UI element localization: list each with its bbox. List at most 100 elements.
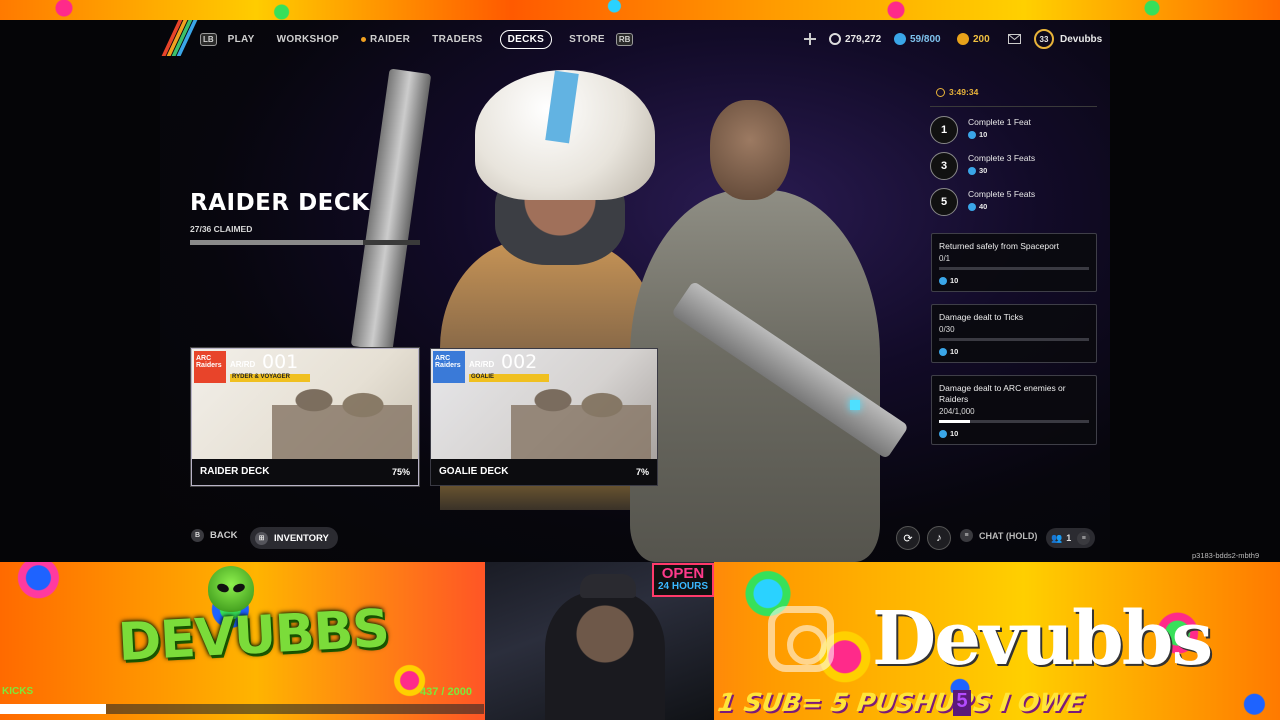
task-title: Damage dealt to Ticks [939,312,1024,322]
divider [930,106,1097,107]
tab-store[interactable]: STORE [569,34,605,45]
tab-raider-label: RAIDER [370,33,411,45]
game-screen: LB PLAY WORKSHOP RAIDER TRADERS DECKS ST… [0,20,1280,562]
clock-icon [936,87,945,97]
brand-name: Devubbs [872,596,1213,682]
kicks-goal-fill [0,704,106,714]
task-progress-fill [939,420,970,424]
card-subtitle: GOALIE [469,374,549,382]
player-profile[interactable]: 33 Devubbs [1034,29,1102,49]
overlay-top-banner [0,0,1280,20]
back-button[interactable]: B BACK [191,529,237,542]
devubbs-logo: DEVUBBS [117,566,390,696]
kicks-goal-bar [0,704,484,714]
task-card[interactable]: Returned safely from Spaceport 0/1 10 [931,233,1097,293]
coin-icon [968,202,976,211]
build-id: p3183-bdds2-mbth9 [1192,551,1260,560]
tab-decks[interactable]: DECKS [499,29,553,49]
inventory-icon: ⊞ [255,531,268,545]
chat-menu-icon: ≡ [960,529,973,542]
task-title: Returned safely from Spaceport [939,241,1060,251]
task-reward-value: 10 [950,429,959,439]
coin-icon [939,347,947,356]
tab-workshop[interactable]: WORKSHOP [277,34,339,45]
task-card[interactable]: Damage dealt to Ticks 0/30 10 [931,304,1097,364]
deck-card-raider[interactable]: ARC Raiders AR/RD 001 RYDER & VOYAGER RA… [191,348,419,486]
coin-icon [939,276,947,285]
streamer-cap [580,574,636,598]
coin-icon [939,429,947,438]
tier-reward: 40 [968,202,987,211]
card-percent: 75% [391,467,410,477]
tier-reward: 30 [968,166,987,175]
silver-amount: 279,272 [845,33,882,45]
card-subtitle: RYDER & VOYAGER [230,374,310,382]
challenge-timer: 3:49:34 [936,87,978,97]
task-card[interactable]: Damage dealt to ARC enemies or Raiders 2… [931,375,1097,446]
tier-title: Complete 1 Feat [968,117,1031,127]
rb-button-hint[interactable]: RB [615,32,634,46]
page-title: RAIDER DECK [190,190,370,216]
open-sign-bottom: 24 HOURS [657,581,708,592]
tier-reward-value: 30 [979,166,988,175]
tier-reward: 10 [968,130,987,139]
silver-coin-icon [829,33,841,45]
arc-raiders-logo: ARC Raiders [433,351,465,383]
mail-icon[interactable] [1008,29,1021,49]
coin-icon [968,130,976,139]
coin-icon [968,166,976,175]
task-reward-value: 10 [950,276,959,286]
chat-hint[interactable]: ≡ CHAT (HOLD) [960,529,1037,542]
task-progress-bar [939,420,1089,424]
task-reward: 10 [939,347,1089,356]
level-badge: 33 [1034,29,1054,49]
open-sign-top: OPEN [661,565,705,582]
task-progress: 0/30 [939,325,955,335]
astronaut-character-art [600,90,920,562]
task-progress-bar [939,338,1089,342]
tier-title: Complete 5 Feats [968,189,1036,199]
deck-progress-fill [190,240,363,245]
party-menu-icon: ≡ [1077,531,1091,545]
raider-dot-icon [361,36,367,42]
tier-reward-value: 40 [979,202,988,211]
lb-button-hint[interactable]: LB [200,32,217,46]
party-indicator[interactable]: 👥 1 ≡ [1046,528,1096,548]
task-progress: 204/1,000 [939,407,975,417]
party-icon: 👥 [1051,532,1063,543]
inventory-button[interactable]: ⊞ INVENTORY [250,527,338,549]
gold-coin-icon [957,33,969,45]
task-reward: 10 [939,429,1089,438]
voice-mute-icon[interactable]: ♪ [927,526,951,550]
tier-count: 5 [930,188,958,216]
open-neon-sign: OPEN 24 HOURS [652,563,714,597]
refresh-icon[interactable]: ⟳ [896,526,920,550]
card-number: 001 [262,351,299,373]
currency-gold: 200 [957,29,990,49]
logo-text: DEVUBBS [116,598,391,674]
arc-raiders-logo: ARC Raiders [194,351,226,383]
back-label: BACK [210,530,238,541]
inventory-label: INVENTORY [274,532,329,544]
currency-blue: 59/800 [894,29,941,49]
tab-play[interactable]: PLAY [228,34,255,45]
arc-logo-stripes [161,20,198,56]
deck-card-goalie[interactable]: ARC Raiders AR/RD 002 GOALIE GOALIE DECK… [430,348,658,486]
tier-count: 1 [930,116,958,144]
tier-row: 3 Complete 3 Feats 30 [930,152,1100,184]
card-name: RAIDER DECK [200,466,270,477]
task-progress: 0/1 [939,254,951,264]
blue-amount: 59/800 [910,33,941,45]
claimed-count: 27/36 CLAIMED [190,224,253,234]
streamer [545,592,665,720]
tab-raider[interactable]: RAIDER [361,34,410,45]
b-button-icon: B [191,529,204,542]
card-percent: 7% [635,467,649,477]
tier-reward-value: 10 [979,130,988,139]
tab-traders[interactable]: TRADERS [432,34,482,45]
party-count: 1 [1066,533,1072,543]
instagram-icon [768,606,834,672]
settings-cross-icon[interactable] [804,29,816,49]
tier-row: 1 Complete 1 Feat 10 [930,116,1100,148]
chat-label: CHAT (HOLD) [979,530,1038,541]
